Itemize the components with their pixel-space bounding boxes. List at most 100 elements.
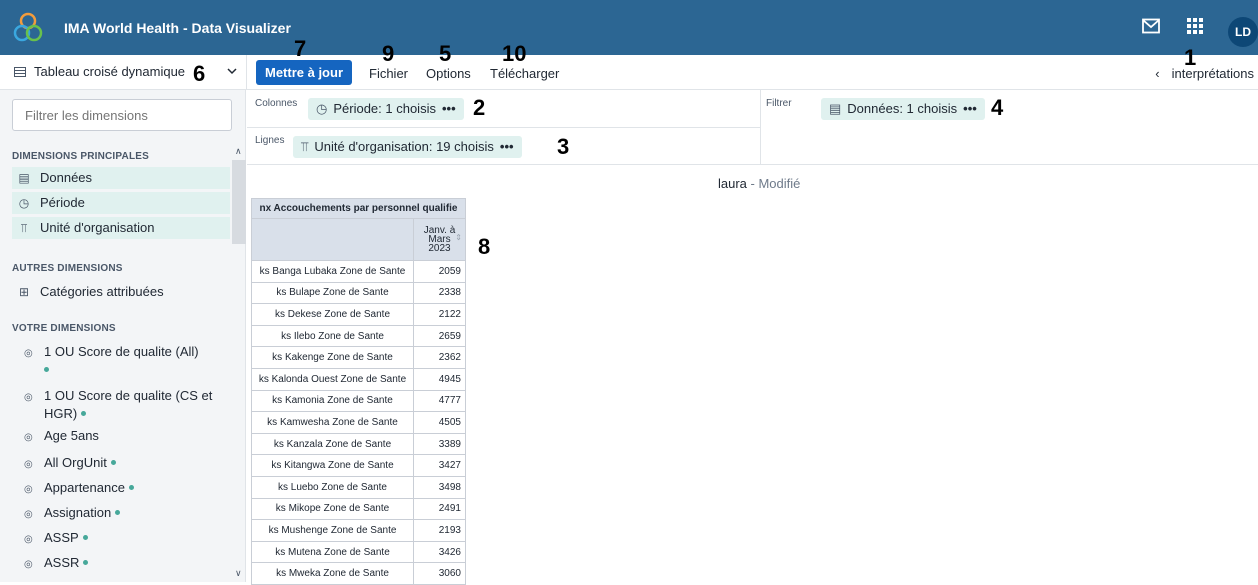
- selected-dot: [82, 535, 88, 540]
- apps-grid-icon[interactable]: [1186, 17, 1204, 35]
- org-unit-cell: ks Ilebo Zone de Sante: [251, 324, 414, 348]
- value-cell[interactable]: 3498: [413, 475, 466, 499]
- value-cell[interactable]: 2659: [413, 324, 466, 348]
- data-header: nx Accouchements par personnel qualifie: [251, 198, 466, 219]
- scroll-thumb[interactable]: [232, 160, 246, 244]
- user-avatar[interactable]: LD: [1228, 17, 1258, 47]
- file-menu[interactable]: Fichier: [369, 66, 408, 81]
- main-dimensions-header: DIMENSIONS PRINCIPALES: [12, 151, 150, 162]
- your-dimension-item[interactable]: ◎ Assignation: [24, 504, 214, 522]
- dimension-attribute-categories[interactable]: ⊞ Catégories attribuées: [12, 281, 230, 303]
- your-dimension-item[interactable]: ◎ All OrgUnit: [24, 454, 214, 472]
- annotation-6: 6: [193, 61, 206, 86]
- value-cell[interactable]: 4505: [413, 411, 466, 434]
- org-unit-cell: ks Kalonda Ouest Zone de Sante: [251, 367, 414, 391]
- value-cell[interactable]: 2338: [413, 281, 466, 305]
- period-column-header[interactable]: Janv. à Mars 2023 ⇕: [413, 218, 466, 261]
- org-unit-cell: ks Kamwesha Zone de Sante: [251, 411, 414, 434]
- data-icon: ▤: [18, 171, 30, 185]
- chevron-left-icon: ‹: [1155, 66, 1160, 81]
- dimension-bullet-icon: ◎: [24, 348, 33, 359]
- value-cell[interactable]: 3426: [413, 540, 466, 564]
- your-dimension-item[interactable]: ◎ ASSP: [24, 529, 214, 547]
- rows-label: Lignes: [255, 135, 285, 146]
- org-unit-cell: ks Dekese Zone de Sante: [251, 303, 414, 326]
- your-dimension-item[interactable]: ◎ 1 OU Score de qualite (CS et HGR): [24, 387, 214, 423]
- value-cell[interactable]: 4945: [413, 367, 466, 391]
- value-cell[interactable]: 4777: [413, 389, 466, 413]
- other-dimensions-header: AUTRES DIMENSIONS: [12, 263, 123, 274]
- mail-icon[interactable]: [1142, 18, 1160, 34]
- options-menu[interactable]: Options: [426, 66, 471, 81]
- value-cell[interactable]: 2491: [413, 497, 466, 521]
- header-bar: IMA World Health - Data Visualizer LD: [0, 0, 1258, 55]
- filter-label: Filtrer: [766, 98, 792, 109]
- filter-chip[interactable]: ▤ Données: 1 choisis •••: [821, 98, 985, 120]
- your-dimension-item[interactable]: ◎ Age 5ans: [24, 427, 214, 445]
- table-row: ks Kamwesha Zone de Sante 4505: [251, 411, 466, 434]
- dimension-bullet-icon: ◎: [24, 484, 33, 495]
- annotation-8: 8: [478, 234, 491, 259]
- value-cell[interactable]: 2059: [413, 260, 466, 283]
- more-options-icon[interactable]: •••: [442, 101, 456, 116]
- annotation-10: 10: [502, 41, 527, 66]
- value-cell[interactable]: 3389: [413, 432, 466, 456]
- download-menu[interactable]: Télécharger: [490, 66, 559, 81]
- org-unit-cell: ks Kakenge Zone de Sante: [251, 346, 414, 369]
- columns-label: Colonnes: [255, 98, 298, 109]
- interpretations-toggle[interactable]: ‹ interprétations: [1155, 66, 1254, 81]
- sort-icon[interactable]: ⇕: [455, 233, 462, 242]
- visualization-type-selector[interactable]: Tableau croisé dynamique: [14, 64, 237, 79]
- selected-dot: [44, 367, 49, 372]
- columns-chip[interactable]: ◷ Période: 1 choisis •••: [308, 98, 464, 120]
- selected-dot: [83, 560, 89, 565]
- value-cell[interactable]: 3060: [413, 562, 466, 585]
- layout-column-divider: [760, 90, 761, 165]
- rows-chip[interactable]: ⫪ Unité d'organisation: 19 choisis •••: [293, 136, 522, 158]
- corner-cell: [251, 218, 414, 261]
- table-row: ks Kamonia Zone de Sante 4777: [251, 389, 466, 413]
- table-row: ks Kalonda Ouest Zone de Sante 4945: [251, 367, 466, 391]
- value-cell[interactable]: 2362: [413, 346, 466, 369]
- org-unit-cell: ks Mikope Zone de Sante: [251, 497, 414, 521]
- value-cell[interactable]: 3427: [413, 454, 466, 477]
- your-dimension-item[interactable]: ◎ 1 OU Score de qualite (All): [24, 343, 214, 379]
- table-row: ks Mikope Zone de Sante 2491: [251, 497, 466, 521]
- dimension-filter-input[interactable]: [12, 99, 232, 131]
- table-row: ks Kitangwa Zone de Sante 3427: [251, 454, 466, 477]
- your-dimension-item[interactable]: ◎ ASSR: [24, 554, 214, 572]
- dimension-orgunit[interactable]: ⫪ Unité d'organisation: [12, 217, 230, 239]
- your-dimension-item[interactable]: ◎ Appartenance: [24, 479, 214, 497]
- dimension-bullet-icon: ◎: [24, 509, 33, 520]
- annotation-7: 7: [294, 36, 307, 61]
- org-unit-cell: ks Banga Lubaka Zone de Sante: [251, 260, 414, 283]
- clock-icon: ◷: [18, 196, 30, 210]
- sidebar-scrollbar[interactable]: ∧ ∨: [232, 146, 246, 582]
- org-unit-cell: ks Mushenge Zone de Sante: [251, 519, 414, 542]
- layout-panel: Colonnes ◷ Période: 1 choisis ••• Lignes ⫪…: [247, 90, 1258, 165]
- table-row: ks Kakenge Zone de Sante 2362: [251, 346, 466, 369]
- scroll-down-icon[interactable]: ∨: [235, 568, 242, 579]
- org-unit-cell: ks Luebo Zone de Sante: [251, 475, 414, 499]
- visualization-title: laura - Modifié: [718, 176, 800, 191]
- layout-row-divider: [247, 127, 760, 128]
- table-row: ks Luebo Zone de Sante 3498: [251, 475, 466, 499]
- org-unit-cell: ks Mweka Zone de Sante: [251, 562, 414, 585]
- selected-dot: [110, 460, 116, 465]
- update-button[interactable]: Mettre à jour: [256, 60, 352, 85]
- selected-dot: [115, 510, 121, 515]
- value-cell[interactable]: 2193: [413, 519, 466, 542]
- dimension-data[interactable]: ▤ Données: [12, 167, 230, 189]
- app-logo-icon[interactable]: [13, 11, 43, 45]
- scroll-up-icon[interactable]: ∧: [235, 146, 242, 157]
- dimension-period[interactable]: ◷ Période: [12, 192, 230, 214]
- hierarchy-icon: ⫪: [20, 221, 28, 235]
- more-options-icon[interactable]: •••: [500, 139, 514, 154]
- dimension-bullet-icon: ◎: [24, 459, 33, 470]
- more-options-icon[interactable]: •••: [963, 101, 977, 116]
- value-cell[interactable]: 2122: [413, 303, 466, 326]
- data-icon: ▤: [829, 101, 842, 116]
- table-row: ks Mushenge Zone de Sante 2193: [251, 519, 466, 542]
- selected-dot: [81, 411, 87, 416]
- dimensions-sidebar: DIMENSIONS PRINCIPALES ▤Données ◷Période…: [0, 90, 246, 582]
